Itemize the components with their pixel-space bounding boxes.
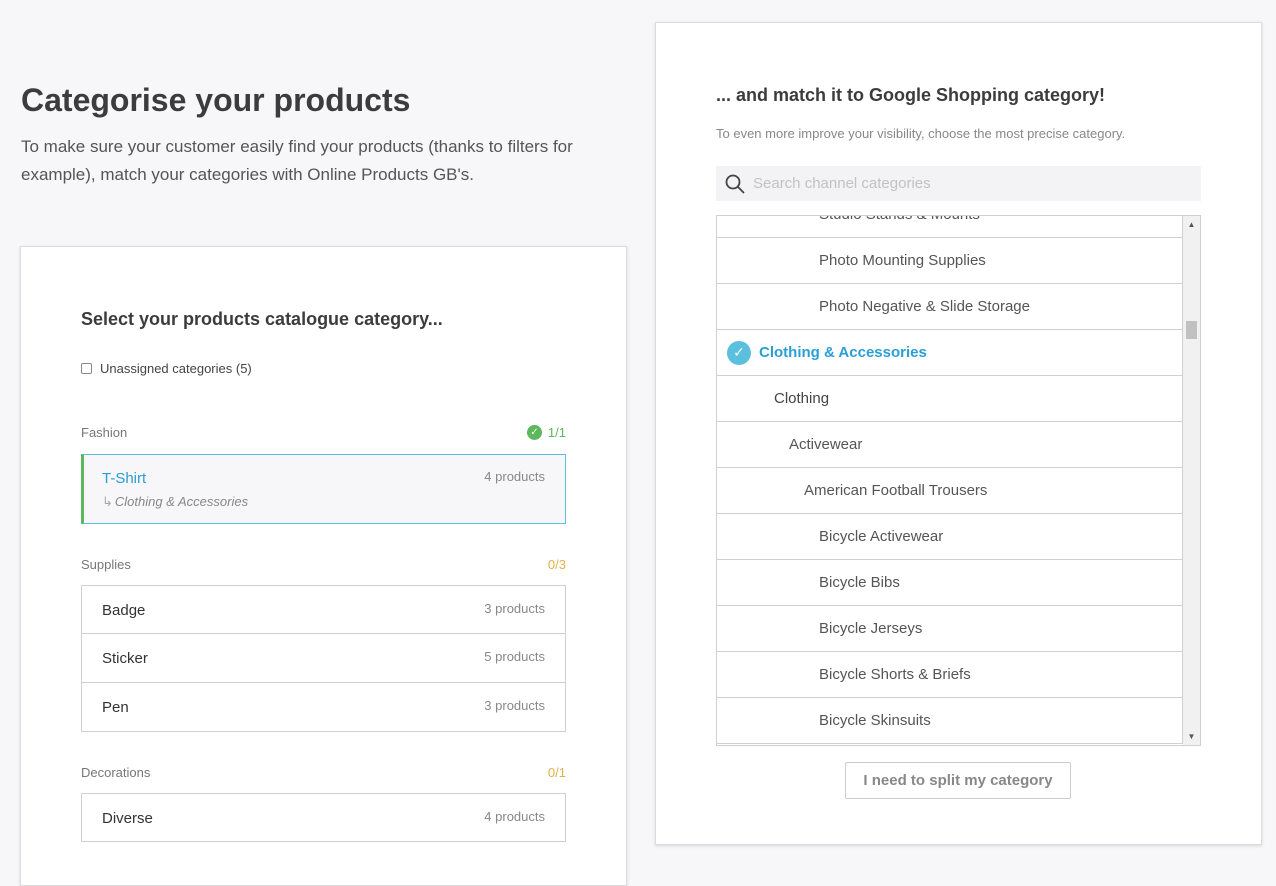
group-count: 0/1 [548,765,566,780]
unassigned-label: Unassigned categories (5) [100,361,252,376]
category-name: Badge [102,602,146,619]
group-header-supplies: Supplies 0/3 [81,557,566,572]
product-count: 3 products [484,698,545,713]
product-count: 3 products [484,601,545,616]
group-name: Decorations [81,765,151,780]
category-list-decorations: Diverse 4 products [81,793,566,842]
tree-item-label: Bicycle Activewear [819,528,944,545]
tree-item[interactable]: Clothing [717,376,1183,422]
group-name: Supplies [81,557,131,572]
split-category-button[interactable]: I need to split my category [845,762,1071,799]
category-tree-list: Studio Stands & Mounts Photo Mounting Su… [717,216,1183,744]
scroll-down-arrow-icon[interactable]: ▼ [1183,728,1200,745]
category-tree: Studio Stands & Mounts Photo Mounting Su… [716,215,1201,746]
scroll-thumb[interactable] [1186,321,1197,339]
matched-category-label: Clothing & Accessories [114,494,249,509]
tree-item-label: American Football Trousers [804,482,988,499]
tree-item-label: Clothing & Accessories [759,344,927,361]
tree-item-label: Bicycle Jerseys [819,620,923,637]
tree-scrollbar[interactable]: ▲ ▼ [1183,216,1200,745]
product-count: 4 products [484,469,545,484]
tree-item[interactable]: Bicycle Jerseys [717,606,1183,652]
category-list-supplies: Badge 3 products Sticker 5 products Pen … [81,585,566,732]
category-item-sticker[interactable]: Sticker 5 products [81,634,566,683]
scroll-up-arrow-icon[interactable]: ▲ [1183,216,1200,233]
corner-arrow-icon: ↳ [102,494,113,509]
group-count-value: 0/3 [547,557,566,572]
tree-item-label: Activewear [789,436,863,453]
tree-item[interactable]: Activewear [717,422,1183,468]
channel-description: To even more improve your visibility, ch… [716,126,1126,141]
tree-item[interactable]: Photo Mounting Supplies [717,238,1183,284]
channel-panel: ... and match it to Google Shopping cate… [655,22,1262,845]
group-count-value: 1/1 [547,425,566,440]
tree-item[interactable]: Studio Stands & Mounts [717,216,1183,238]
tree-item[interactable]: Bicycle Skinsuits [717,698,1183,744]
tree-item-label: Bicycle Shorts & Briefs [819,666,971,683]
search-icon [725,174,745,193]
check-circle-icon: ✓ [727,340,751,365]
matched-category: ↳ Clothing & Accessories [102,494,248,510]
group-name: Fashion [81,425,128,440]
product-count: 5 products [484,649,545,664]
category-name: T-Shirt [102,470,147,487]
group-count: 0/3 [548,557,566,572]
category-list-fashion: T-Shirt 4 products ↳ Clothing & Accessori… [81,454,566,524]
catalogue-panel: Select your products catalogue category.… [20,246,627,886]
category-name: Pen [102,699,129,716]
tree-item[interactable]: Bicycle Activewear [717,514,1183,560]
tree-item[interactable]: Bicycle Bibs [717,560,1183,606]
tree-item[interactable]: American Football Trousers [717,468,1183,514]
group-header-fashion: Fashion ✓ 1/1 [81,425,566,440]
search-input[interactable] [751,174,1185,193]
tree-item-label: Bicycle Bibs [819,574,900,591]
category-item-t-shirt[interactable]: T-Shirt 4 products ↳ Clothing & Accessori… [81,454,566,524]
group-count-value: 0/1 [547,765,566,780]
channel-heading: ... and match it to Google Shopping cate… [716,85,1106,105]
tree-item[interactable]: Bicycle Shorts & Briefs [717,652,1183,698]
unassigned-checkbox[interactable] [81,363,92,374]
tree-item-selected[interactable]: ✓ Clothing & Accessories [717,330,1183,376]
category-item-pen[interactable]: Pen 3 products [81,683,566,732]
search-bar [716,166,1201,201]
group-header-decorations: Decorations 0/1 [81,765,566,780]
unassigned-filter[interactable]: Unassigned categories (5) [81,361,252,376]
tree-item-label: Photo Negative & Slide Storage [819,298,1030,315]
group-count: ✓ 1/1 [526,425,566,440]
tree-item[interactable]: Photo Negative & Slide Storage [717,284,1183,330]
tree-item-label: Photo Mounting Supplies [819,252,986,269]
page-description: To make sure your customer easily find y… [21,137,573,184]
product-count: 4 products [484,809,545,824]
category-name: Diverse [102,810,153,827]
category-name: Sticker [102,650,148,667]
tree-item-label: Clothing [774,390,830,407]
category-item-diverse[interactable]: Diverse 4 products [81,793,566,842]
catalogue-heading: Select your products catalogue category.… [81,309,443,329]
tree-item-label: Bicycle Skinsuits [819,712,931,729]
page-title: Categorise your products [21,82,411,118]
category-item-badge[interactable]: Badge 3 products [81,585,566,634]
check-circle-icon: ✓ [526,425,542,440]
tree-item-label: Studio Stands & Mounts [819,216,980,223]
